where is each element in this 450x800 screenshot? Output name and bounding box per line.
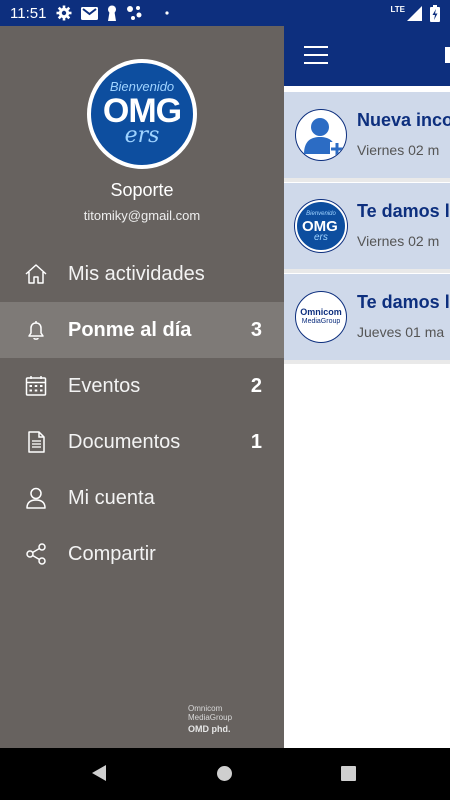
logo-script-text: ers — [124, 123, 160, 148]
feed-item-title: Te damos la — [357, 201, 450, 221]
assistant-dots-icon — [127, 6, 142, 20]
omgers-logo: Bienvenido OMG ers — [87, 59, 197, 169]
footer-agency-logos: OMD phd. — [188, 724, 231, 734]
system-icons: LTE — [390, 4, 440, 22]
document-icon — [28, 431, 45, 453]
footer-line1: Omnicom — [188, 704, 223, 713]
menu-item-eventos[interactable]: Eventos 2 — [0, 358, 284, 414]
menu-item-label: Mi cuenta — [68, 486, 155, 509]
omnicom-logo: Omnicom MediaGroup — [295, 291, 347, 343]
omnicom-logo-line2: MediaGroup — [301, 318, 341, 325]
feed-divider — [284, 360, 450, 364]
back-icon[interactable] — [92, 765, 106, 781]
share-icon — [26, 543, 46, 565]
feed-item-date: Viernes 02 m — [357, 142, 440, 158]
bell-icon — [28, 321, 44, 340]
menu-item-label: Documentos — [68, 430, 181, 453]
feed-item-title: Te damos la — [357, 292, 450, 312]
omgers-logo-top-text: Bienvenido — [306, 211, 336, 217]
navigation-drawer: Bienvenido OMG ers Soporte titomiky@gmai… — [0, 26, 284, 748]
menu-item-count: 1 — [250, 430, 262, 453]
menu-item-mi-cuenta[interactable]: Mi cuenta — [0, 470, 284, 526]
network-type: LTE — [390, 4, 405, 14]
menu-item-documentos[interactable]: Documentos 1 — [0, 414, 284, 470]
system-navigation-bar — [0, 748, 450, 800]
status-bar: 11:51 LTE — [0, 0, 450, 26]
home-icon — [25, 264, 47, 284]
menu-item-count: 2 — [250, 374, 262, 397]
signal-icon — [407, 5, 422, 21]
feed-item-date: Viernes 02 m — [357, 233, 440, 249]
gmail-icon — [81, 6, 99, 20]
menu-item-count: 3 — [250, 318, 262, 341]
feed-item-title: Nueva inco — [357, 110, 450, 130]
hamburger-icon[interactable] — [304, 46, 328, 66]
menu-item-label: Compartir — [68, 542, 156, 565]
profile-email: titomiky@gmail.com — [83, 208, 201, 223]
drawer-menu: Mis actividades Ponme al día 3 Eventos 2… — [0, 246, 284, 582]
menu-item-label: Ponme al día — [68, 318, 192, 341]
recents-icon[interactable] — [341, 766, 356, 781]
dot-icon — [165, 11, 170, 15]
calendar-icon — [25, 376, 47, 396]
appbar-action-icon[interactable] — [445, 47, 450, 63]
home-button-icon[interactable] — [217, 766, 232, 781]
profile-name: Soporte — [110, 180, 174, 200]
notification-icons — [56, 5, 170, 21]
menu-item-mis-actividades[interactable]: Mis actividades — [0, 246, 284, 302]
menu-item-label: Eventos — [68, 374, 141, 397]
news-feed: Nueva inco Viernes 02 m Bienvenido OMG e… — [284, 86, 450, 748]
status-time: 11:51 — [10, 4, 47, 22]
user-add-icon — [295, 109, 347, 161]
menu-item-compartir[interactable]: Compartir — [0, 526, 284, 582]
feed-item[interactable]: Bienvenido OMG ers Te damos la Viernes 0… — [284, 183, 450, 269]
battery-charging-icon — [430, 4, 440, 22]
omgers-logo: Bienvenido OMG ers — [295, 200, 347, 252]
person-icon — [26, 487, 46, 509]
gear-icon — [56, 5, 72, 21]
menu-item-ponme-al-dia[interactable]: Ponme al día 3 — [0, 302, 284, 358]
omnicom-footer-logo: Omnicom MediaGroup OMD phd. — [188, 704, 248, 734]
feed-item[interactable]: Omnicom MediaGroup Te damos la Jueves 01… — [284, 274, 450, 360]
menu-item-label: Mis actividades — [68, 262, 205, 285]
feed-divider — [284, 269, 450, 273]
omnicom-logo-line1: Omnicom — [300, 307, 342, 317]
omgers-logo-script-text: ers — [314, 232, 328, 243]
feed-item[interactable]: Nueva inco Viernes 02 m — [284, 92, 450, 178]
feed-divider — [284, 178, 450, 182]
app-bar — [284, 26, 450, 86]
footer-line2: MediaGroup — [188, 713, 233, 722]
feed-item-date: Jueves 01 ma — [357, 324, 445, 340]
keyhole-icon — [108, 5, 117, 21]
